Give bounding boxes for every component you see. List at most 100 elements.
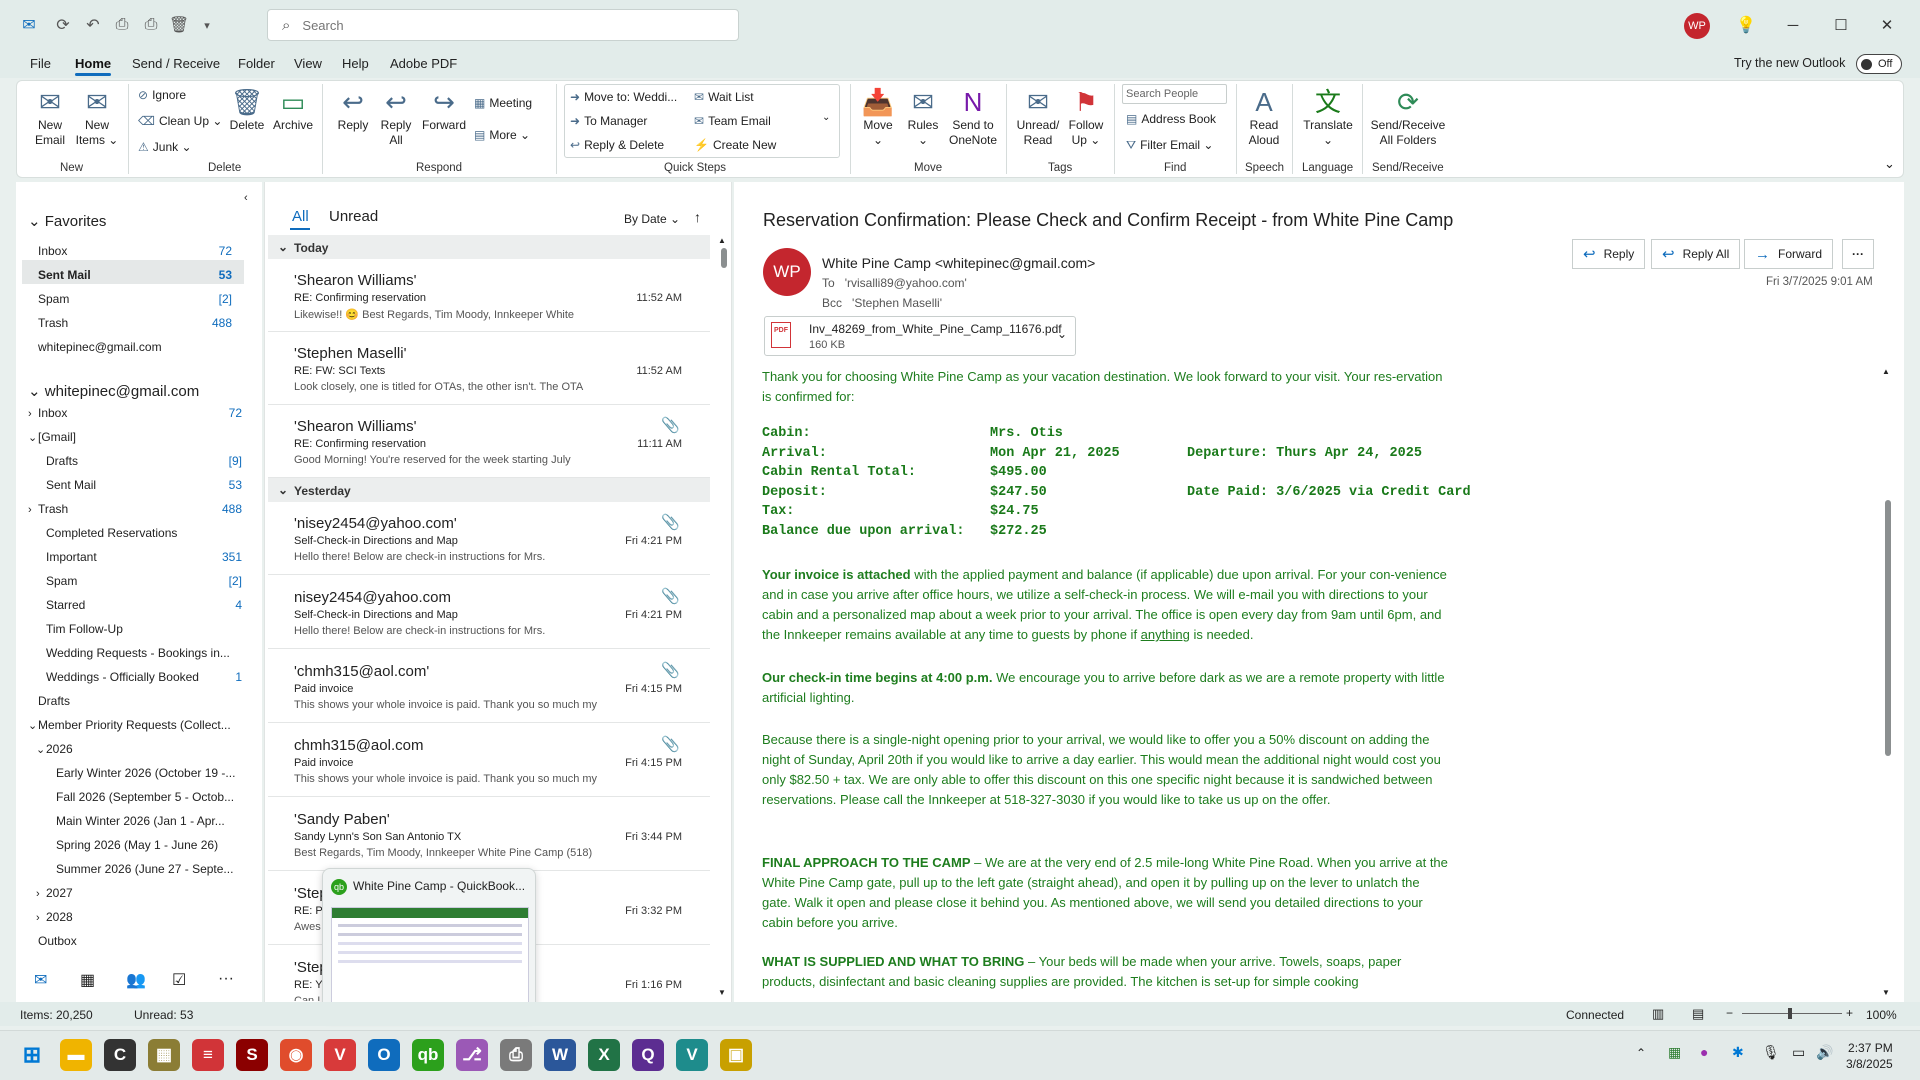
group-header-yesterday[interactable]: ⌄ Yesterday (268, 478, 710, 502)
move-button[interactable]: 📥 Move ⌄ (860, 86, 896, 148)
ribbon-collapse-icon[interactable]: ⌄ (1884, 156, 1895, 172)
filter-all-tab[interactable]: All (292, 208, 309, 225)
lightbulb-icon[interactable]: 💡 (1735, 14, 1757, 36)
delete-button[interactable]: 🗑 Delete (226, 86, 268, 133)
qs-reply-delete-button[interactable]: ↩ Reply & Delete (570, 138, 664, 152)
normal-view-icon[interactable]: ▥ (1652, 1006, 1664, 1022)
qs-move-to-button[interactable]: ➜ Move to: Weddi... (570, 90, 677, 104)
tab-view[interactable]: View (294, 56, 322, 71)
reading-reply-all-button[interactable]: ↩ Reply All (1651, 239, 1741, 269)
scroll-down-icon[interactable]: ▼ (718, 988, 726, 997)
microphone-icon[interactable]: 🎙 (1762, 1044, 1780, 1061)
archive-button[interactable]: ▭ Archive (270, 86, 316, 133)
forward-button[interactable]: ↪ Forward (420, 86, 468, 133)
excel-icon[interactable]: X (588, 1039, 620, 1071)
account-folder-item[interactable]: Spring 2026 (May 1 - June 26) (46, 838, 242, 852)
trash-icon[interactable]: 🗑 (168, 14, 190, 36)
filter-email-button[interactable]: ⛛ Filter Email ⌄ (1126, 138, 1214, 153)
system-clock[interactable]: 2:37 PM 3/8/2025 (1846, 1040, 1893, 1072)
new-email-button[interactable]: ✉ New Email (30, 86, 70, 148)
to-recipient[interactable]: 'rvisalli89@yahoo.com' (845, 276, 967, 290)
send-receive-all-button[interactable]: ⟳ Send/Receive All Folders (1366, 86, 1450, 148)
app-icon[interactable]: V (676, 1039, 708, 1071)
tasks-nav-icon[interactable]: ☑ (172, 970, 186, 990)
account-folder-item[interactable]: ⌄Member Priority Requests (Collect... (28, 718, 242, 732)
quickbooks-taskbar-icon[interactable]: qb (412, 1039, 444, 1071)
account-folder-item[interactable]: Summer 2026 (June 27 - Septe... (46, 862, 242, 876)
reading-scrollbar-thumb[interactable] (1885, 500, 1891, 756)
zoom-out-icon[interactable]: − (1726, 1006, 1733, 1020)
bcc-recipient[interactable]: 'Stephen Maselli' (852, 296, 942, 310)
reply-button[interactable]: ↩ Reply (334, 86, 372, 133)
close-button[interactable]: ✕ (1872, 12, 1902, 38)
account-folder-item[interactable]: Completed Reservations (36, 526, 242, 540)
attachment-dropdown-icon[interactable]: ⌄ (1057, 327, 1067, 341)
file-explorer-icon[interactable]: ▬ (60, 1039, 92, 1071)
app-icon[interactable]: S (236, 1039, 268, 1071)
message-list-item[interactable]: chmh315@aol.com Paid invoice This shows yo… (268, 725, 710, 797)
network-icon[interactable]: ▭ (1792, 1044, 1805, 1061)
reading-forward-button[interactable]: → Forward (1744, 239, 1834, 269)
tray-app-icon[interactable]: ● (1700, 1044, 1708, 1060)
zoom-in-icon[interactable]: + (1846, 1006, 1853, 1020)
send-to-onenote-button[interactable]: N Send to OneNote (946, 86, 1000, 148)
qs-create-new-button[interactable]: ⚡ Create New (694, 138, 776, 152)
windows-start-icon[interactable]: ⊞ (16, 1039, 48, 1071)
search-people-input[interactable]: Search People (1122, 84, 1227, 104)
account-folder-item[interactable]: Drafts (28, 694, 242, 708)
message-list-item[interactable]: 'Shearon Williams' RE: Confirming reserva… (268, 406, 710, 478)
favorite-folder-item[interactable]: Inbox 72 (38, 244, 232, 258)
tab-adobe-pdf[interactable]: Adobe PDF (390, 56, 457, 71)
quick-print-icon[interactable]: ⎙ (140, 14, 162, 36)
minimize-button[interactable]: ─ (1778, 12, 1808, 38)
account-folder-item[interactable]: › Trash 488 (28, 502, 242, 516)
app-icon[interactable]: ≡ (192, 1039, 224, 1071)
unread-read-button[interactable]: ✉ Unread/Read (1014, 86, 1062, 148)
quick-steps-expand-icon[interactable]: ⌄ (822, 112, 830, 123)
volume-icon[interactable]: 🔊 (1816, 1044, 1833, 1061)
app-icon[interactable]: C (104, 1039, 136, 1071)
sender-name[interactable]: White Pine Camp <whitepinec@gmail.com> (822, 255, 1095, 271)
favorite-folder-item[interactable]: Spam [2] (38, 292, 232, 306)
tab-folder[interactable]: Folder (238, 56, 275, 71)
tab-help[interactable]: Help (342, 56, 369, 71)
calendar-nav-icon[interactable]: ▦ (80, 970, 95, 990)
account-folder-item[interactable]: Weddings - Officially Booked 1 (36, 670, 242, 684)
account-folder-item[interactable]: Outbox (28, 934, 242, 948)
group-header-today[interactable]: ⌄ Today (268, 235, 710, 259)
search-box[interactable]: ⌕ (267, 9, 739, 41)
reading-view-icon[interactable]: ▤ (1692, 1006, 1704, 1022)
outlook-taskbar-icon[interactable]: O (368, 1039, 400, 1071)
attachment-card[interactable]: PDF Inv_48269_from_White_Pine_Camp_11676… (764, 316, 1076, 356)
qs-to-manager-button[interactable]: ➜ To Manager (570, 114, 647, 128)
meeting-button[interactable]: ▦ Meeting (474, 96, 532, 110)
user-avatar[interactable]: WP (1684, 13, 1710, 39)
search-input[interactable] (302, 17, 703, 33)
account-folder-item[interactable]: › Inbox 72 (28, 406, 242, 420)
tab-file[interactable]: File (30, 56, 51, 71)
mail-nav-icon[interactable]: ✉ (34, 970, 47, 990)
favorites-header[interactable]: ⌄ Favorites (28, 212, 106, 230)
sync-icon[interactable]: ⟳ (52, 14, 74, 36)
translate-button[interactable]: 文 Translate ⌄ (1298, 86, 1358, 148)
account-folder-item[interactable]: Important 351 (36, 550, 242, 564)
qs-team-email-button[interactable]: ✉ Team Email (694, 114, 771, 128)
scroll-up-icon[interactable]: ▲ (718, 236, 726, 245)
app-icon[interactable]: Q (632, 1039, 664, 1071)
ignore-button[interactable]: ⊘ Ignore (138, 88, 186, 102)
reading-scroll-up-icon[interactable]: ▲ (1882, 367, 1890, 376)
account-folder-item[interactable]: Main Winter 2026 (Jan 1 - Apr... (46, 814, 242, 828)
account-folder-item[interactable]: ⌄2026 (36, 742, 242, 756)
favorite-folder-item[interactable]: Sent Mail 53 (38, 268, 232, 282)
account-folder-item[interactable]: Wedding Requests - Bookings in... (36, 646, 242, 660)
printer-icon[interactable]: ⎙ (500, 1039, 532, 1071)
reading-reply-button[interactable]: ↩ Reply (1572, 239, 1646, 269)
tab-send-receive[interactable]: Send / Receive (132, 56, 220, 71)
more-actions-button[interactable]: ··· (1842, 239, 1874, 269)
vivaldi-icon[interactable]: V (324, 1039, 356, 1071)
account-folder-item[interactable]: Spam [2] (36, 574, 242, 588)
rules-button[interactable]: ✉ Rules ⌄ (904, 86, 942, 148)
account-header[interactable]: ⌄ whitepinec@gmail.com (28, 382, 199, 400)
follow-up-button[interactable]: ⚑ Follow Up ⌄ (1066, 86, 1106, 148)
sort-direction-icon[interactable]: ↑ (694, 209, 701, 225)
